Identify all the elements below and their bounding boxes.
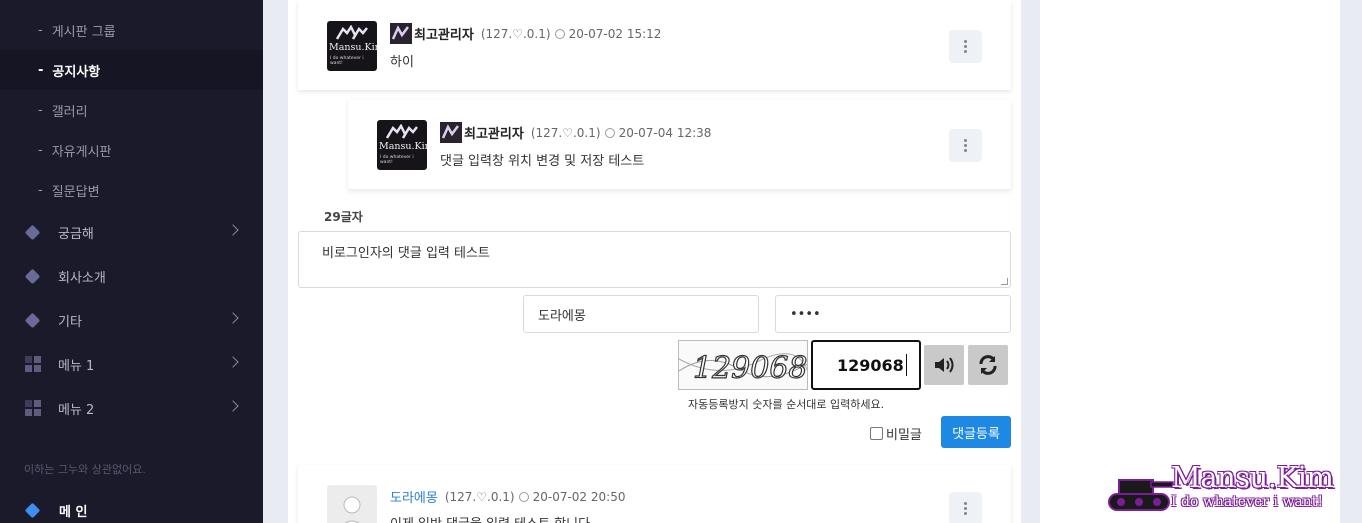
comment-body: 댓글 입력창 위치 변경 및 저장 테스트 bbox=[440, 154, 645, 169]
comment-header: 도라에몽 (127.♡.0.1) 20-07-02 20:50 bbox=[390, 487, 626, 507]
speaker-icon bbox=[935, 357, 954, 373]
more-options-button[interactable] bbox=[949, 30, 982, 63]
comment-author[interactable]: 최고관리자 bbox=[464, 123, 524, 142]
sidebar-item-label: 회사소개 bbox=[58, 270, 106, 286]
sidebar-item-label: 메뉴 1 bbox=[58, 358, 95, 374]
comment-textarea[interactable]: 비로그인자의 댓글 입력 테스트 bbox=[298, 231, 1011, 288]
diamond-icon bbox=[24, 312, 41, 329]
sidebar-sub-item-label: 자유게시판 bbox=[51, 144, 112, 160]
tank-icon bbox=[1108, 479, 1174, 511]
chevron-right-icon bbox=[227, 224, 239, 236]
member-icon bbox=[440, 122, 462, 143]
sidebar-sub-item-label: 게시판 그룹 bbox=[51, 24, 116, 40]
comment-author[interactable]: 최고관리자 bbox=[414, 24, 474, 43]
comment-reply-item bbox=[348, 100, 1011, 189]
sidebar-sub-item-qna[interactable]: - 질문답변 bbox=[0, 170, 263, 210]
comment-author[interactable]: 도라에몽 bbox=[390, 487, 438, 506]
comment-body: 하이 bbox=[390, 55, 414, 70]
name-field[interactable]: 도라에몽 bbox=[523, 295, 759, 333]
captcha-input[interactable]: 129068 bbox=[811, 340, 921, 390]
sidebar: - 게시판 그룹 - 공지사항 - 갤러리 - 자유게시판 - 질문답변 궁금해 회사소개… bbox=[0, 0, 263, 523]
sidebar-item-label: 기타 bbox=[58, 314, 82, 330]
sidebar-item-menu2[interactable]: 메뉴 2 bbox=[0, 386, 263, 430]
avatar: Mansu.Kim I do whatever i want! bbox=[377, 120, 427, 170]
comment-ip: (127.♡.0.1) bbox=[444, 489, 515, 504]
sidebar-sub-item-notice[interactable]: - 공지사항 bbox=[0, 50, 263, 90]
grid-icon bbox=[24, 400, 41, 417]
avatar: Mansu.Kim I do whatever i want! bbox=[327, 21, 377, 71]
comment-ip: (127.♡.0.1) bbox=[530, 125, 601, 140]
comment-date: 20-07-04 12:38 bbox=[618, 125, 712, 140]
refresh-icon bbox=[979, 355, 997, 375]
sidebar-sub-item-board-group[interactable]: - 게시판 그룹 bbox=[0, 10, 263, 50]
sidebar-item-menu1[interactable]: 메뉴 1 bbox=[0, 342, 263, 386]
more-options-button[interactable] bbox=[949, 492, 982, 523]
chevron-right-icon bbox=[227, 312, 239, 324]
diamond-icon bbox=[24, 268, 41, 285]
chevron-right-icon bbox=[227, 356, 239, 368]
avatar bbox=[327, 485, 377, 523]
brand-logo: Mansu.Kim I do whatever i want! bbox=[1105, 460, 1345, 520]
char-count: 29글자 bbox=[324, 210, 363, 224]
sidebar-item-main[interactable]: 메 인 bbox=[0, 498, 263, 523]
sidebar-sub-item-label: 공지사항 bbox=[52, 64, 101, 80]
sidebar-note: 이하는 그누와 상관없어요. bbox=[24, 463, 146, 476]
sidebar-item-curious[interactable]: 궁금해 bbox=[0, 210, 263, 254]
sidebar-sub-item-label: 갤러리 bbox=[51, 104, 88, 120]
clock-icon bbox=[604, 127, 615, 138]
comment-header: 최고관리자 (127.♡.0.1) 20-07-02 15:12 bbox=[390, 23, 661, 44]
captcha-help: 자동등록방지 숫자를 순서대로 입력하세요. bbox=[688, 398, 885, 411]
captcha-image: 129068 bbox=[678, 340, 808, 390]
sidebar-item-label: 메 인 bbox=[59, 505, 88, 520]
sidebar-sub-item-free-board[interactable]: - 자유게시판 bbox=[0, 130, 263, 170]
more-options-button[interactable] bbox=[949, 129, 982, 162]
captcha-refresh-button[interactable] bbox=[968, 345, 1008, 385]
member-icon bbox=[390, 23, 412, 44]
brand-title: Mansu.Kim bbox=[1171, 460, 1334, 494]
comment-header: 최고관리자 (127.♡.0.1) 20-07-04 12:38 bbox=[440, 122, 711, 143]
comment-item bbox=[298, 0, 1011, 90]
brand-subtitle: I do whatever i want! bbox=[1171, 494, 1323, 510]
secret-label: 비밀글 bbox=[886, 428, 922, 443]
password-field[interactable]: •••• bbox=[775, 295, 1011, 333]
comment-ip: (127.♡.0.1) bbox=[480, 26, 551, 41]
user-avatar-icon bbox=[343, 496, 361, 523]
diamond-icon bbox=[24, 502, 41, 519]
right-panel bbox=[1040, 0, 1340, 523]
secret-option[interactable]: 비밀글 bbox=[870, 424, 922, 443]
chevron-right-icon bbox=[227, 400, 239, 412]
comment-date: 20-07-02 20:50 bbox=[532, 489, 626, 504]
sidebar-item-label: 궁금해 bbox=[58, 226, 94, 242]
sidebar-sub-item-gallery[interactable]: - 갤러리 bbox=[0, 90, 263, 130]
resize-handle-icon[interactable] bbox=[1001, 278, 1008, 285]
clock-icon bbox=[554, 28, 565, 39]
sidebar-item-label: 메뉴 2 bbox=[58, 402, 95, 418]
diamond-icon bbox=[24, 224, 41, 241]
submit-comment-button[interactable]: 댓글등록 bbox=[941, 416, 1011, 448]
grid-icon bbox=[24, 356, 41, 373]
sidebar-item-etc[interactable]: 기타 bbox=[0, 298, 263, 342]
comment-text: 비로그인자의 댓글 입력 테스트 bbox=[322, 246, 490, 261]
svg-text:129068: 129068 bbox=[693, 351, 808, 386]
secret-checkbox[interactable] bbox=[870, 427, 883, 440]
comment-body: 이제 일반 댓글을 입력 테스트 합니다 bbox=[390, 513, 590, 523]
comment-date: 20-07-02 15:12 bbox=[568, 26, 662, 41]
sidebar-item-about[interactable]: 회사소개 bbox=[0, 254, 263, 298]
captcha-audio-button[interactable] bbox=[924, 345, 964, 385]
sidebar-sub-item-label: 질문답변 bbox=[51, 184, 100, 200]
clock-icon bbox=[518, 491, 529, 502]
